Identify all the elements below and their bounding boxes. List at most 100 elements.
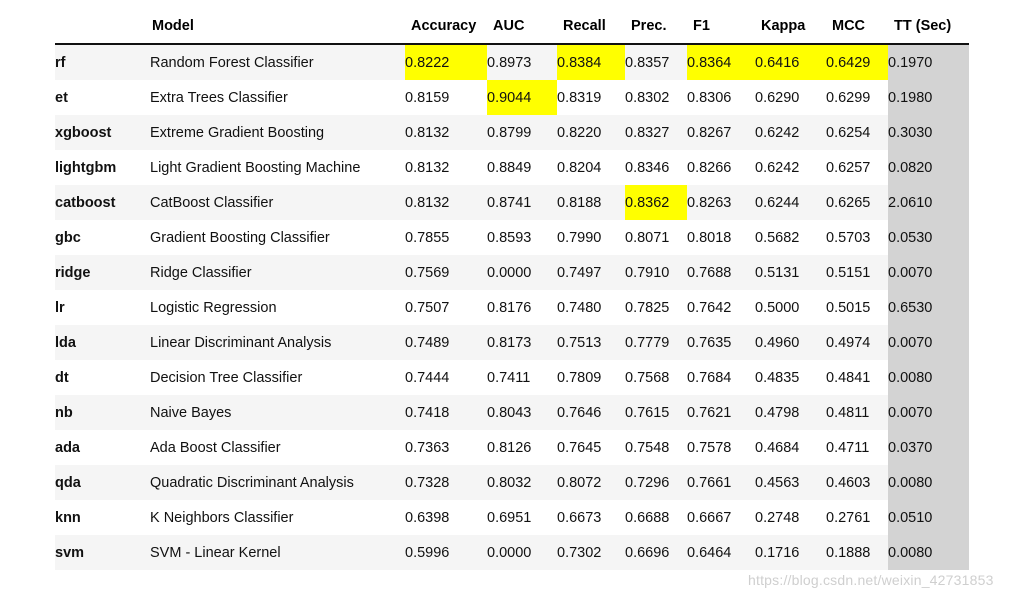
cell-accuracy: 0.8159 — [405, 80, 487, 115]
cell-auc: 0.6951 — [487, 500, 557, 535]
cell-model-id: knn — [55, 500, 150, 535]
cell-auc: 0.8799 — [487, 115, 557, 150]
cell-auc: 0.8973 — [487, 44, 557, 80]
cell-auc: 0.9044 — [487, 80, 557, 115]
cell-mcc: 0.6299 — [826, 80, 888, 115]
cell-tt: 2.0610 — [888, 185, 969, 220]
cell-f1: 0.7642 — [687, 290, 755, 325]
cell-recall: 0.6673 — [557, 500, 625, 535]
cell-model-name: Quadratic Discriminant Analysis — [150, 465, 405, 500]
cell-mcc: 0.6429 — [826, 44, 888, 80]
cell-kappa: 0.5131 — [755, 255, 826, 290]
cell-kappa: 0.6242 — [755, 115, 826, 150]
table-row: adaAda Boost Classifier0.73630.81260.764… — [55, 430, 969, 465]
cell-mcc: 0.6265 — [826, 185, 888, 220]
cell-mcc: 0.4841 — [826, 360, 888, 395]
table-row: gbcGradient Boosting Classifier0.78550.8… — [55, 220, 969, 255]
cell-recall: 0.7497 — [557, 255, 625, 290]
cell-recall: 0.8204 — [557, 150, 625, 185]
cell-model-name: SVM - Linear Kernel — [150, 535, 405, 570]
table-row: nbNaive Bayes0.74180.80430.76460.76150.7… — [55, 395, 969, 430]
cell-precision: 0.7910 — [625, 255, 687, 290]
cell-model-id: lightgbm — [55, 150, 150, 185]
cell-auc: 0.8593 — [487, 220, 557, 255]
cell-accuracy: 0.7444 — [405, 360, 487, 395]
cell-f1: 0.8364 — [687, 44, 755, 80]
cell-tt: 0.0070 — [888, 395, 969, 430]
cell-model-name: Random Forest Classifier — [150, 44, 405, 80]
cell-model-id: xgboost — [55, 115, 150, 150]
cell-auc: 0.8126 — [487, 430, 557, 465]
cell-accuracy: 0.7363 — [405, 430, 487, 465]
cell-mcc: 0.4811 — [826, 395, 888, 430]
cell-f1: 0.8018 — [687, 220, 755, 255]
cell-f1: 0.6464 — [687, 535, 755, 570]
column-header-precision: Prec. — [625, 18, 687, 44]
table-header-row: Model Accuracy AUC Recall Prec. F1 Kappa… — [55, 18, 969, 44]
cell-model-name: CatBoost Classifier — [150, 185, 405, 220]
cell-model-id: catboost — [55, 185, 150, 220]
table-row: ldaLinear Discriminant Analysis0.74890.8… — [55, 325, 969, 360]
table-row: qdaQuadratic Discriminant Analysis0.7328… — [55, 465, 969, 500]
cell-accuracy: 0.8132 — [405, 185, 487, 220]
column-header-recall: Recall — [557, 18, 625, 44]
cell-kappa: 0.6290 — [755, 80, 826, 115]
cell-model-id: ridge — [55, 255, 150, 290]
cell-model-id: rf — [55, 44, 150, 80]
cell-f1: 0.8266 — [687, 150, 755, 185]
cell-model-name: Extra Trees Classifier — [150, 80, 405, 115]
model-comparison-table: Model Accuracy AUC Recall Prec. F1 Kappa… — [55, 18, 969, 570]
cell-mcc: 0.5015 — [826, 290, 888, 325]
cell-mcc: 0.4711 — [826, 430, 888, 465]
cell-kappa: 0.4563 — [755, 465, 826, 500]
cell-kappa: 0.4684 — [755, 430, 826, 465]
column-header-tt: TT (Sec) — [888, 18, 969, 44]
cell-mcc: 0.4974 — [826, 325, 888, 360]
cell-model-id: nb — [55, 395, 150, 430]
cell-model-name: Linear Discriminant Analysis — [150, 325, 405, 360]
table-row: rfRandom Forest Classifier0.82220.89730.… — [55, 44, 969, 80]
cell-accuracy: 0.6398 — [405, 500, 487, 535]
cell-precision: 0.7825 — [625, 290, 687, 325]
cell-tt: 0.0820 — [888, 150, 969, 185]
cell-precision: 0.8071 — [625, 220, 687, 255]
cell-kappa: 0.5000 — [755, 290, 826, 325]
cell-mcc: 0.5151 — [826, 255, 888, 290]
cell-auc: 0.8043 — [487, 395, 557, 430]
cell-accuracy: 0.7489 — [405, 325, 487, 360]
cell-recall: 0.7646 — [557, 395, 625, 430]
cell-precision: 0.7296 — [625, 465, 687, 500]
cell-f1: 0.8306 — [687, 80, 755, 115]
cell-precision: 0.8362 — [625, 185, 687, 220]
column-header-f1: F1 — [687, 18, 755, 44]
cell-tt: 0.0070 — [888, 255, 969, 290]
cell-precision: 0.7568 — [625, 360, 687, 395]
cell-tt: 0.0370 — [888, 430, 969, 465]
cell-precision: 0.8302 — [625, 80, 687, 115]
cell-model-name: Ada Boost Classifier — [150, 430, 405, 465]
column-header-mcc: MCC — [826, 18, 888, 44]
cell-kappa: 0.6242 — [755, 150, 826, 185]
cell-mcc: 0.2761 — [826, 500, 888, 535]
cell-model-id: et — [55, 80, 150, 115]
cell-mcc: 0.5703 — [826, 220, 888, 255]
cell-auc: 0.7411 — [487, 360, 557, 395]
cell-accuracy: 0.8132 — [405, 150, 487, 185]
cell-f1: 0.7621 — [687, 395, 755, 430]
cell-tt: 0.3030 — [888, 115, 969, 150]
cell-accuracy: 0.7418 — [405, 395, 487, 430]
column-header-auc: AUC — [487, 18, 557, 44]
table-row: svmSVM - Linear Kernel0.59960.00000.7302… — [55, 535, 969, 570]
cell-recall: 0.8384 — [557, 44, 625, 80]
model-comparison-table-container: Model Accuracy AUC Recall Prec. F1 Kappa… — [55, 18, 969, 570]
cell-mcc: 0.1888 — [826, 535, 888, 570]
cell-kappa: 0.2748 — [755, 500, 826, 535]
cell-recall: 0.7809 — [557, 360, 625, 395]
cell-precision: 0.6696 — [625, 535, 687, 570]
cell-precision: 0.8357 — [625, 44, 687, 80]
cell-precision: 0.8346 — [625, 150, 687, 185]
cell-model-name: Ridge Classifier — [150, 255, 405, 290]
cell-f1: 0.7684 — [687, 360, 755, 395]
table-row: xgboostExtreme Gradient Boosting0.81320.… — [55, 115, 969, 150]
column-header-model: Model — [150, 18, 405, 44]
